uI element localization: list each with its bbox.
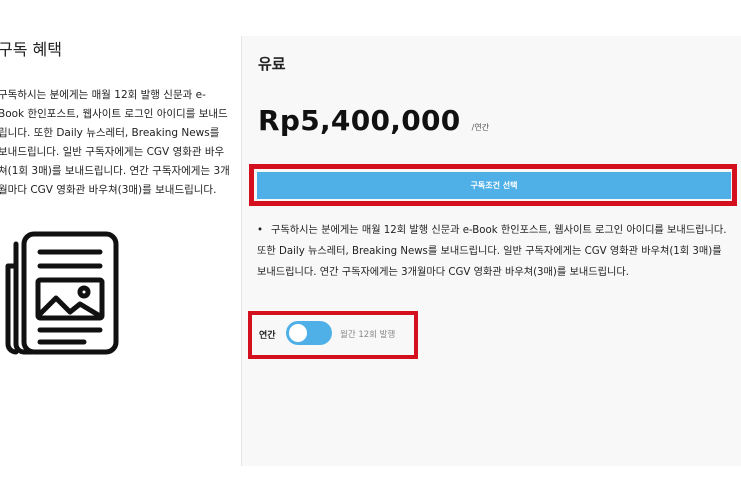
- billing-toggle-switch[interactable]: [286, 321, 332, 345]
- benefits-line: 구독하시는 분에게는 매월 12회 발행 신문과 e-: [0, 89, 206, 101]
- benefits-line: 쳐(1회 3매)를 보내드립니다. 연간 구독자에게는 3개: [0, 165, 230, 177]
- description-line: • 구독하시는 분에게는 매월 12회 발행 신문과 e-Book 한인포스트, …: [257, 220, 737, 241]
- monthly-label: 월간 12회 발행: [340, 330, 396, 340]
- description-line: 보내드립니다. 연간 구독자에게는 3개월마다 CGV 영화관 바우쳐(3매)를…: [257, 267, 629, 278]
- billing-toggle-highlight: 연간 월간 12회 발행: [248, 311, 418, 359]
- benefits-title: 구독 혜택: [0, 40, 62, 59]
- plan-price: Rp5,400,000: [258, 104, 461, 137]
- select-terms-button[interactable]: 구독조건 선택: [257, 172, 731, 199]
- benefits-line: 보내드립니다. 일반 구독자에게는 CGV 영화관 바우: [0, 146, 225, 158]
- plan-panel: 유료 Rp5,400,000 /연간 구독조건 선택 • 구독하시는 분에게는 매…: [242, 36, 741, 466]
- benefits-line: Book 한인포스트, 웹사이트 로그인 아이디를 보내드: [0, 108, 228, 120]
- price-row: Rp5,400,000 /연간: [258, 104, 489, 137]
- annual-label: 연간: [259, 331, 276, 341]
- toggle-knob: [289, 324, 307, 342]
- select-button-highlight: 구독조건 선택: [249, 164, 737, 206]
- plan-description: • 구독하시는 분에게는 매월 12회 발행 신문과 e-Book 한인포스트, …: [257, 220, 737, 283]
- benefits-section: 구독 혜택 구독하시는 분에게는 매월 12회 발행 신문과 e- Book 한…: [0, 0, 241, 486]
- subscription-page: 구독 혜택 구독하시는 분에게는 매월 12회 발행 신문과 e- Book 한…: [0, 0, 741, 486]
- bullet: •: [257, 225, 264, 236]
- benefits-text: 구독하시는 분에게는 매월 12회 발행 신문과 e- Book 한인포스트, …: [0, 86, 236, 200]
- price-unit: /연간: [471, 123, 490, 132]
- plan-name: 유료: [258, 55, 286, 73]
- description-line: 또한 Daily 뉴스레터, Breaking News를 보내드립니다. 일반…: [257, 246, 722, 257]
- benefits-line: 월마다 CGV 영화관 바우쳐(3매)를 보내드립니다.: [0, 184, 217, 196]
- newspaper-icon: [0, 226, 124, 360]
- benefits-line: 립니다. 또한 Daily 뉴스레터, Breaking News를: [0, 127, 220, 139]
